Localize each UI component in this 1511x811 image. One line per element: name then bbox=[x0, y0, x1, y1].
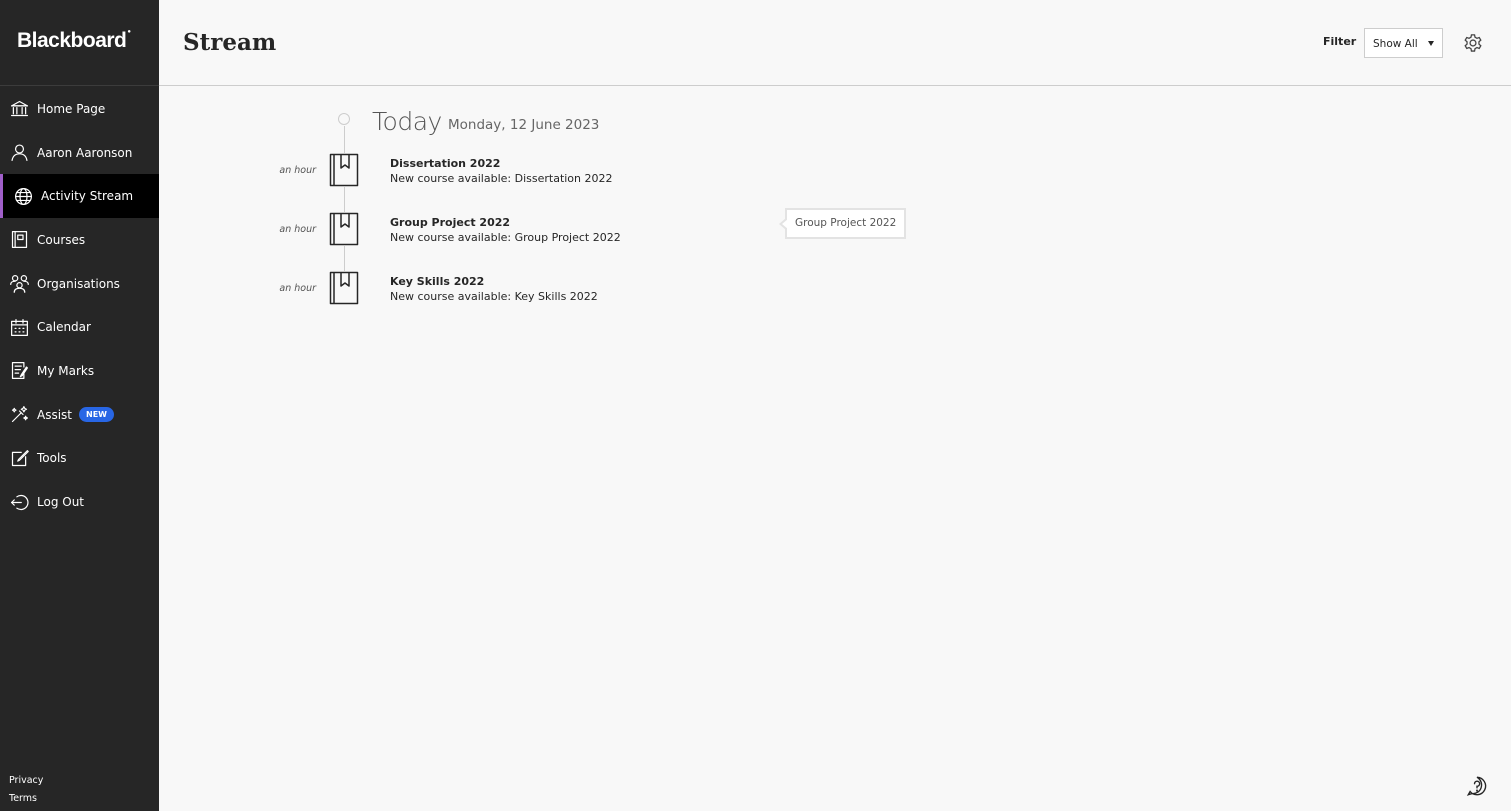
filter-dropdown[interactable]: Show All bbox=[1364, 28, 1443, 58]
sidebar-item-organisations[interactable]: Organisations bbox=[0, 262, 159, 306]
timeline-start-dot bbox=[338, 113, 350, 125]
sidebar-item-log-out[interactable]: Log Out bbox=[0, 480, 159, 524]
course-book-icon bbox=[329, 153, 359, 187]
page-header: Stream Filter Show All bbox=[159, 0, 1511, 86]
blackboard-logo[interactable]: Blackboard● bbox=[17, 29, 131, 53]
day-heading: Today bbox=[372, 107, 442, 136]
entry-description: New course available: Dissertation 2022 bbox=[390, 172, 613, 185]
sidebar-item-home-page[interactable]: Home Page bbox=[0, 87, 159, 131]
sidebar-item-label: Tools bbox=[37, 451, 67, 466]
entry-title[interactable]: Group Project 2022 bbox=[390, 216, 510, 229]
new-badge: NEW bbox=[79, 407, 114, 423]
sidebar-item-label: Organisations bbox=[37, 276, 120, 291]
tools-icon bbox=[8, 447, 30, 469]
page-title: Stream bbox=[183, 29, 277, 56]
day-date: Monday, 12 June 2023 bbox=[448, 117, 600, 133]
user-icon bbox=[8, 142, 30, 164]
stream-entry[interactable]: an hour Dissertation 2022 New course ava… bbox=[260, 153, 760, 197]
sidebar-item-label: Calendar bbox=[37, 320, 91, 335]
sidebar-item-courses[interactable]: Courses bbox=[0, 218, 159, 262]
calendar-icon bbox=[8, 316, 30, 338]
sidebar-item-label: Log Out bbox=[37, 495, 85, 510]
globe-icon bbox=[12, 185, 34, 207]
sidebar-item-label: Courses bbox=[37, 232, 86, 247]
course-tooltip: Group Project 2022 bbox=[778, 208, 907, 239]
sidebar-item-my-marks[interactable]: My Marks bbox=[0, 349, 159, 393]
sidebar-item-label: Aaron Aaronson bbox=[37, 145, 133, 160]
caret-down-icon bbox=[1428, 41, 1434, 46]
stream-entry[interactable]: an hour Group Project 2022 New course av… bbox=[260, 212, 760, 256]
sidebar-item-label: Assist bbox=[37, 407, 73, 422]
sidebar-item-label: My Marks bbox=[37, 363, 95, 378]
filter-label: Filter bbox=[1323, 35, 1357, 48]
filter-selected-value: Show All bbox=[1373, 38, 1418, 50]
sidebar-nav: Home Page Aaron Aaronson Activity Stream… bbox=[0, 87, 159, 524]
sidebar-item-label: Home Page bbox=[37, 101, 106, 116]
course-book-icon bbox=[329, 212, 359, 246]
entry-time: an hour bbox=[279, 283, 316, 294]
sidebar: Blackboard● Home Page Aaron Aaronson Act… bbox=[0, 0, 159, 811]
stream-entry[interactable]: an hour Key Skills 2022 New course avail… bbox=[260, 271, 760, 315]
entry-time: an hour bbox=[279, 224, 316, 235]
entry-title[interactable]: Dissertation 2022 bbox=[390, 157, 500, 170]
sidebar-item-assist[interactable]: Assist NEW bbox=[0, 393, 159, 437]
organisations-icon bbox=[8, 273, 30, 295]
course-book-icon bbox=[329, 271, 359, 305]
help-icon[interactable] bbox=[1466, 775, 1488, 797]
sidebar-item-calendar[interactable]: Calendar bbox=[0, 305, 159, 349]
sidebar-item-activity-stream[interactable]: Activity Stream bbox=[0, 174, 159, 219]
gear-icon[interactable] bbox=[1462, 32, 1484, 54]
logout-icon bbox=[8, 491, 30, 513]
marks-icon bbox=[8, 360, 30, 382]
sidebar-item-tools[interactable]: Tools bbox=[0, 437, 159, 481]
sidebar-footer: Privacy Terms bbox=[9, 772, 43, 808]
courses-icon bbox=[8, 229, 30, 251]
institution-icon bbox=[8, 98, 30, 120]
assist-icon bbox=[8, 404, 30, 426]
timeline-line bbox=[344, 126, 345, 286]
entry-description: New course available: Key Skills 2022 bbox=[390, 290, 598, 303]
terms-link[interactable]: Terms bbox=[9, 790, 43, 808]
entry-title[interactable]: Key Skills 2022 bbox=[390, 275, 484, 288]
entry-description: New course available: Group Project 2022 bbox=[390, 231, 621, 244]
sidebar-divider bbox=[0, 85, 159, 86]
sidebar-item-label: Activity Stream bbox=[41, 189, 134, 204]
entry-time: an hour bbox=[279, 165, 316, 176]
privacy-link[interactable]: Privacy bbox=[9, 772, 43, 790]
sidebar-item-profile[interactable]: Aaron Aaronson bbox=[0, 131, 159, 175]
